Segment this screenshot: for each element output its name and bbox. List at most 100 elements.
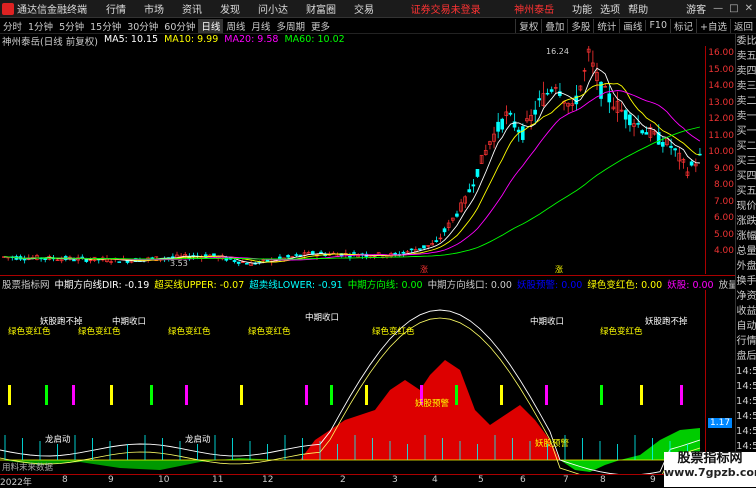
- sidebar-item[interactable]: 买三: [736, 154, 756, 169]
- login-notice[interactable]: 证券交易未登录: [411, 1, 481, 16]
- btn-duogu[interactable]: 多股: [567, 18, 593, 33]
- period-month[interactable]: 月线: [248, 19, 273, 33]
- btn-f10[interactable]: F10: [645, 20, 670, 31]
- signal-label: 中期收口: [112, 316, 146, 327]
- indicator-name[interactable]: 股票指标网: [2, 277, 50, 291]
- sidebar-item[interactable]: 14:5: [736, 409, 756, 424]
- candle-body: [294, 254, 299, 256]
- time-label: 8: [600, 475, 606, 485]
- menu-faxian[interactable]: 发现: [211, 1, 249, 16]
- sidebar-item[interactable]: 卖五: [736, 49, 756, 64]
- stock-tag[interactable]: 神州泰岳: [514, 1, 554, 16]
- sidebar-item[interactable]: 卖一: [736, 109, 756, 124]
- menu-jiaoyi[interactable]: 交易: [345, 1, 383, 16]
- sidebar-item[interactable]: 换手: [736, 274, 756, 289]
- candle-body: [442, 228, 447, 233]
- sidebar-item[interactable]: 收益: [736, 304, 756, 319]
- sidebar-item[interactable]: 盘后: [736, 349, 756, 364]
- candle-body: [607, 93, 612, 103]
- candle-body: [409, 248, 414, 251]
- period-1min[interactable]: 1分钟: [25, 19, 56, 33]
- period-multi[interactable]: 多周期: [273, 19, 308, 33]
- btn-zixuan[interactable]: +自选: [696, 18, 730, 33]
- period-15min[interactable]: 15分钟: [87, 19, 124, 33]
- btn-huaxian[interactable]: 画线: [619, 18, 645, 33]
- candle-body: [455, 213, 459, 217]
- candle-body: [660, 141, 665, 147]
- sidebar-item[interactable]: 卖四: [736, 64, 756, 79]
- signal-bar: [640, 385, 643, 405]
- sidebar-item[interactable]: 14:5: [736, 364, 756, 379]
- sidebar-item[interactable]: 14:5: [736, 424, 756, 439]
- period-day[interactable]: 日线: [198, 18, 224, 33]
- period-30min[interactable]: 30分钟: [124, 19, 161, 33]
- sidebar-item[interactable]: 委比: [736, 34, 756, 49]
- ma10-line: [4, 83, 701, 263]
- signal-label: 绿色变红色: [78, 326, 121, 337]
- sidebar-item[interactable]: 14:5: [736, 379, 756, 394]
- sidebar-item[interactable]: 自动: [736, 319, 756, 334]
- candle-body: [286, 255, 290, 258]
- signal-bar: [500, 385, 503, 405]
- sidebar-item[interactable]: 卖二: [736, 94, 756, 109]
- sidebar-item[interactable]: 买一: [736, 124, 756, 139]
- sidebar-item[interactable]: 买二: [736, 139, 756, 154]
- sidebar-item[interactable]: 涨幅: [736, 229, 756, 244]
- ma60-label: MA60: 10.02: [284, 34, 345, 45]
- menu-caifuquan[interactable]: 财富圈: [297, 1, 345, 16]
- period-5min[interactable]: 5分钟: [56, 19, 87, 33]
- sidebar-item[interactable]: 买四: [736, 169, 756, 184]
- btn-diejia[interactable]: 叠加: [541, 18, 567, 33]
- sidebar-item[interactable]: 总量: [736, 244, 756, 259]
- menu-shichang[interactable]: 市场: [135, 1, 173, 16]
- ind-dir: 中期方向线DIR: -0.19: [54, 280, 150, 291]
- sidebar-item[interactable]: 现价: [736, 199, 756, 214]
- btn-tongji[interactable]: 统计: [593, 18, 619, 33]
- time-axis: 2022年 8 9 10 11 12 2 3 4 5 6 7 8 9: [0, 474, 705, 488]
- sidebar-item[interactable]: 买五: [736, 184, 756, 199]
- period-week[interactable]: 周线: [223, 19, 248, 33]
- price-axis-label: 13.00: [708, 97, 734, 108]
- candle-body: [170, 256, 175, 258]
- btn-biaoji[interactable]: 标记: [670, 18, 696, 33]
- sidebar-item[interactable]: 外盘: [736, 259, 756, 274]
- candle-body: [689, 161, 694, 166]
- menu-gongneng[interactable]: 功能: [568, 1, 596, 16]
- signal-label: 中期收口: [530, 316, 564, 327]
- menu-zixun[interactable]: 资讯: [173, 1, 211, 16]
- period-60min[interactable]: 60分钟: [161, 19, 198, 33]
- minimize-icon[interactable]: —: [710, 3, 726, 14]
- signal-label: 中期收口: [305, 312, 339, 323]
- btn-fanhui[interactable]: 返回: [729, 18, 756, 33]
- menu-hangqing[interactable]: 行情: [97, 1, 135, 16]
- maximize-icon[interactable]: □: [726, 3, 741, 14]
- period-more[interactable]: 更多: [308, 19, 333, 33]
- candle-body: [418, 248, 422, 250]
- signal-bar: [305, 385, 308, 405]
- kline-chart[interactable]: 16.24 3.53 涨 涨: [0, 46, 705, 274]
- menu-wenxiaoda[interactable]: 问小达: [249, 1, 297, 16]
- candle-body: [669, 145, 673, 148]
- candle-body: [150, 257, 155, 259]
- close-icon[interactable]: ✕: [742, 3, 756, 14]
- indicator-chart[interactable]: 绿色变红色 绿色变红色 绿色变红色 绿色变红色 绿色变红色 绿色变红色妖股跑不掉 中期收口中…: [0, 290, 705, 474]
- time-label: 3: [392, 475, 398, 485]
- sidebar-item[interactable]: 行情: [736, 334, 756, 349]
- sidebar-item[interactable]: 涨跌: [736, 214, 756, 229]
- app-title: 通达信金融终端: [17, 5, 87, 16]
- user-guest[interactable]: 游客: [682, 1, 710, 16]
- sidebar-item[interactable]: 净资: [736, 289, 756, 304]
- watermark-title: 股票指标网: [677, 451, 743, 466]
- high-price-label: 16.24: [546, 47, 569, 56]
- time-label: 11: [212, 475, 224, 485]
- sidebar-item[interactable]: 卖三: [736, 79, 756, 94]
- menu-xuanxiang[interactable]: 选项: [596, 1, 624, 16]
- price-axis-label: 16.00: [708, 48, 734, 58]
- sidebar-item[interactable]: 14:5: [736, 394, 756, 409]
- btn-fuquan[interactable]: 复权: [515, 18, 541, 33]
- menu-bangzhu[interactable]: 帮助: [624, 1, 652, 16]
- signal-label: 龙启动: [45, 434, 71, 445]
- period-fenshi[interactable]: 分时: [0, 19, 25, 33]
- ind-yaogu: 妖股: 0.00: [667, 280, 714, 291]
- time-label: 9: [108, 475, 114, 485]
